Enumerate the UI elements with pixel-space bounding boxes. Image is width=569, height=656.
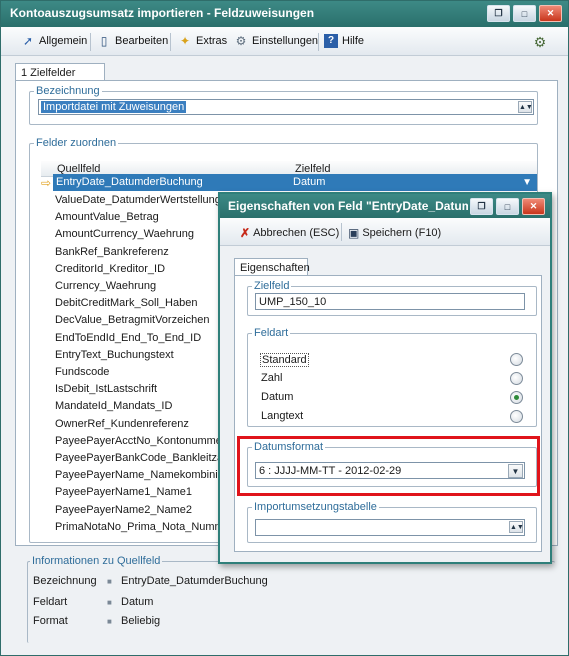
close-button[interactable]: ✕ [539, 5, 562, 22]
table-row[interactable]: PayeePayerName2_Name2 [55, 502, 192, 519]
chevron-down-icon[interactable]: ▼ [522, 174, 532, 191]
table-row[interactable]: CreditorId_Kreditor_ID [55, 261, 165, 278]
title-bar: Kontoauszugsumsatz importieren - Feldzuw… [1, 1, 568, 27]
menu-einstellungen[interactable]: ⚙ Einstellungen [234, 34, 318, 48]
info-label-feldart: Feldart [33, 596, 68, 608]
table-row[interactable]: BankRef_Bankreferenz [55, 244, 169, 261]
info-label-bezeichnung: Bezeichnung [33, 575, 97, 587]
table-row[interactable]: PrimaNotaNo_Prima_Nota_Nummer [55, 519, 234, 536]
save-button[interactable]: ▣ Speichern (F10) [348, 226, 441, 240]
zielfeld-input[interactable]: UMP_150_10 [255, 293, 525, 310]
dialog-title: Eigenschaften von Feld "EntryDate_Datum [228, 199, 468, 213]
importumsetzung-select[interactable]: ▲▼ [255, 519, 525, 536]
table-row[interactable]: PayeePayerName_Namekombiniert [55, 467, 230, 484]
maximize-button[interactable]: □ [513, 5, 536, 22]
spinner-icon[interactable]: ▲▼ [518, 101, 533, 113]
dialog-title-bar: Eigenschaften von Feld "EntryDate_Datum … [220, 194, 550, 218]
table-row[interactable]: ValueDate_DatumderWertstellung [55, 192, 221, 209]
table-row[interactable]: PayeePayerAcctNo_Kontonummer [55, 433, 226, 450]
menu-bar: ➚ Allgemein ▯ Bearbeiten ✦ Extras ⚙ Eins… [1, 27, 568, 56]
menu-bearbeiten[interactable]: ▯ Bearbeiten [97, 34, 169, 48]
table-row[interactable]: PayeePayerName1_Name1 [55, 484, 192, 501]
radio-zahl[interactable] [510, 372, 523, 385]
table-row[interactable]: AmountCurrency_Waehrung [55, 226, 194, 243]
bezeichnung-select[interactable]: Importdatei mit Zuweisungen ▲▼ [38, 99, 534, 115]
cancel-icon: ✗ [240, 226, 251, 240]
current-row-arrow-icon: ⇨ [41, 176, 52, 190]
table-row[interactable]: DebitCreditMark_Soll_Haben [55, 295, 197, 312]
table-row-selected[interactable]: EntryDate_DatumderBuchung Datum ▼ [53, 174, 537, 191]
gear-icon[interactable]: ⚙ [533, 34, 547, 51]
save-icon: ▣ [348, 226, 360, 240]
radio-label-zahl: Zahl [261, 372, 283, 384]
cancel-button[interactable]: ✗ Abbrechen (ESC) [240, 226, 339, 240]
table-row[interactable]: IsDebit_IstLastschrift [55, 381, 157, 398]
radio-label-langtext: Langtext [261, 410, 304, 422]
tab-zielfelder[interactable]: 1 Zielfelder wählen [15, 63, 105, 91]
info-value-format: Beliebig [121, 615, 161, 627]
info-label-format: Format [33, 615, 68, 627]
help-icon: ? [324, 34, 338, 48]
edit-icon: ▯ [100, 34, 108, 48]
table-row[interactable]: DecValue_BetragmitVorzeichen [55, 312, 210, 329]
table-row[interactable]: EntryText_Buchungstext [55, 347, 174, 364]
window-title: Kontoauszugsumsatz importieren - Feldzuw… [10, 6, 315, 20]
radio-standard[interactable] [510, 353, 523, 366]
table-row[interactable]: PayeePayerBankCode_Bankleitzahl [55, 450, 232, 467]
spinner-icon[interactable]: ▲▼ [509, 521, 524, 533]
table-row[interactable]: OwnerRef_Kundenreferenz [55, 416, 189, 433]
menu-extras[interactable]: ✦ Extras [178, 34, 227, 48]
menu-allgemein[interactable]: ➚ Allgemein [21, 34, 87, 48]
table-row[interactable]: MandateId_Mandats_ID [55, 398, 172, 415]
info-value-bezeichnung: EntryDate_DatumderBuchung [121, 575, 268, 587]
radio-label-standard: Standard [260, 353, 309, 367]
dialog-restore-button[interactable]: ❐ [470, 198, 493, 215]
radio-langtext[interactable] [510, 410, 523, 423]
radio-label-datum: Datum [261, 391, 294, 403]
arrow-icon: ➚ [22, 34, 34, 48]
menu-hilfe[interactable]: ? Hilfe [324, 34, 364, 48]
highlight-box [237, 436, 540, 496]
properties-dialog: Eigenschaften von Feld "EntryDate_Datum … [218, 192, 552, 564]
table-row[interactable]: Currency_Waehrung [55, 278, 156, 295]
info-value-feldart: Datum [121, 596, 154, 608]
table-row[interactable]: EndToEndId_End_To_End_ID [55, 330, 201, 347]
table-row[interactable]: AmountValue_Betrag [55, 209, 159, 226]
dialog-maximize-button[interactable]: □ [496, 198, 519, 215]
radio-datum[interactable] [510, 391, 523, 404]
extras-icon: ✦ [179, 34, 191, 48]
dialog-toolbar: ✗ Abbrechen (ESC) ▣ Speichern (F10) [220, 218, 550, 246]
dialog-close-button[interactable]: ✕ [522, 198, 545, 215]
restore-button[interactable]: ❐ [487, 5, 510, 22]
table-row[interactable]: Fundscode [55, 364, 109, 381]
tab-eigenschaften[interactable]: Eigenschaften [234, 258, 310, 276]
settings-icon: ⚙ [235, 34, 247, 48]
